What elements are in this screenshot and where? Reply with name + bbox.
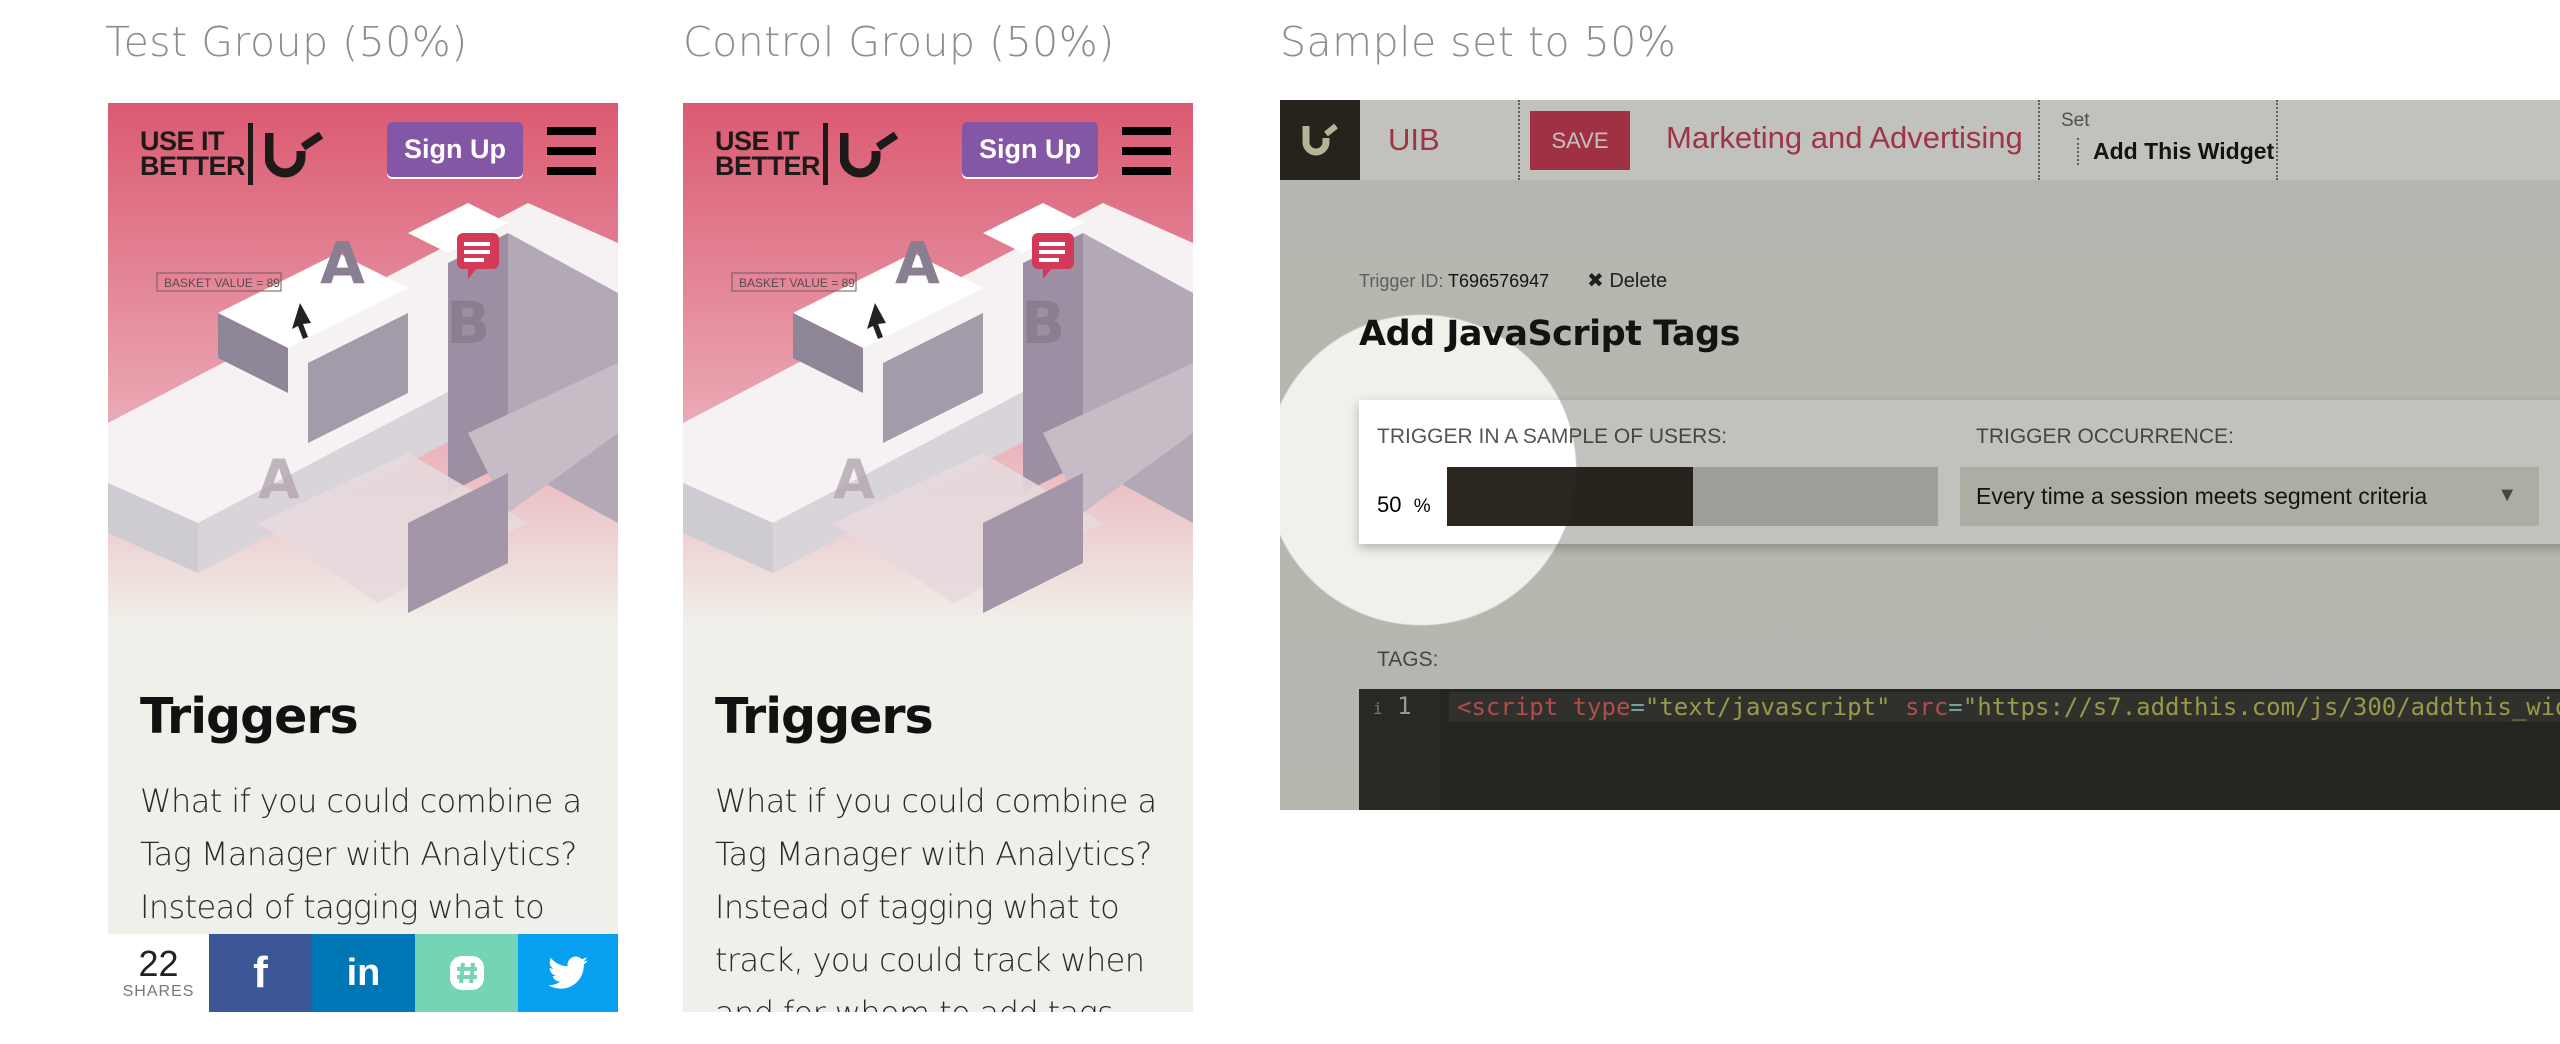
control-group-title: Control Group (50%) <box>683 18 1115 66</box>
svg-text:A: A <box>258 448 300 511</box>
app-logo-icon[interactable] <box>1280 100 1360 180</box>
share-bar: 22 SHARES f in <box>108 934 618 1012</box>
sample-label: TRIGGER IN A SAMPLE OF USERS: <box>1377 425 1728 448</box>
twitter-icon[interactable] <box>518 934 618 1012</box>
slider-fill <box>1447 467 1693 526</box>
basket-value-label: BASKET VALUE = 89 <box>164 276 280 290</box>
use-it-better-logo[interactable]: USE IT BETTER <box>715 123 902 185</box>
segment-name[interactable]: Marketing and Advertising <box>1666 120 2023 156</box>
sign-up-button[interactable]: Sign Up <box>387 122 523 177</box>
control-group-phone: A B A BASKET VALUE = 89 USE IT BETTER Sig… <box>683 103 1193 1012</box>
hamburger-menu-icon[interactable] <box>547 127 596 175</box>
line-number: i 1 <box>1373 692 1412 720</box>
top-bar: UIB SAVE Marketing and Advertising Set A… <box>1280 100 2560 180</box>
sample-title: Sample set to 50% <box>1280 18 1677 66</box>
trigger-settings-panel: TRIGGER IN A SAMPLE OF USERS: 50 % TRIGG… <box>1359 400 2560 544</box>
section-heading: Triggers <box>140 688 359 745</box>
delete-button[interactable]: ✖ Delete <box>1587 268 1667 293</box>
letter-a: A <box>895 229 940 297</box>
chevron-down-icon: ▼ <box>2497 484 2517 506</box>
test-group-phone: A B A BASKET VALUE = 89 USE IT BETTER Sig… <box>108 103 618 1012</box>
widget-name[interactable]: Add This Widget <box>2077 138 2274 165</box>
occurrence-dropdown[interactable]: Every time a session meets segment crite… <box>1960 467 2539 526</box>
set-label: Set <box>2061 110 2090 131</box>
sample-percent[interactable]: 50 % <box>1377 492 1431 518</box>
brand-link[interactable]: UIB <box>1388 122 1440 158</box>
trigger-id: Trigger ID: T696576947 <box>1359 271 1550 291</box>
svg-text:A: A <box>833 448 875 511</box>
test-group-title: Test Group (50%) <box>105 18 468 66</box>
code-editor[interactable]: i 1 <script type="text/javascript" src="… <box>1359 689 2560 810</box>
facebook-icon[interactable]: f <box>209 934 312 1012</box>
use-it-better-logo[interactable]: USE IT BETTER <box>140 123 327 185</box>
tags-label: TAGS: <box>1377 648 1439 671</box>
section-paragraph: What if you could combine a Tag Manager … <box>715 782 1157 1012</box>
page-title: Add JavaScript Tags <box>1359 314 1741 354</box>
sign-up-button[interactable]: Sign Up <box>962 122 1098 177</box>
letter-a: A <box>320 229 365 297</box>
section-heading: Triggers <box>715 688 934 745</box>
trigger-editor-app: UIB SAVE Marketing and Advertising Set A… <box>1280 100 2560 810</box>
close-icon: ✖ <box>1587 270 1604 292</box>
hamburger-menu-icon[interactable] <box>1122 127 1171 175</box>
save-button[interactable]: SAVE <box>1530 111 1630 170</box>
linkedin-icon[interactable]: in <box>312 934 415 1012</box>
letter-b: B <box>1021 289 1065 357</box>
basket-value-label: BASKET VALUE = 89 <box>739 276 855 290</box>
share-count: 22 SHARES <box>108 934 209 1012</box>
sample-slider[interactable] <box>1447 467 1938 526</box>
occurrence-label: TRIGGER OCCURRENCE: <box>1976 425 2234 448</box>
slack-icon[interactable] <box>415 934 518 1012</box>
letter-b: B <box>446 289 490 357</box>
code-line[interactable]: <script type="text/javascript" src="http… <box>1449 692 2560 722</box>
